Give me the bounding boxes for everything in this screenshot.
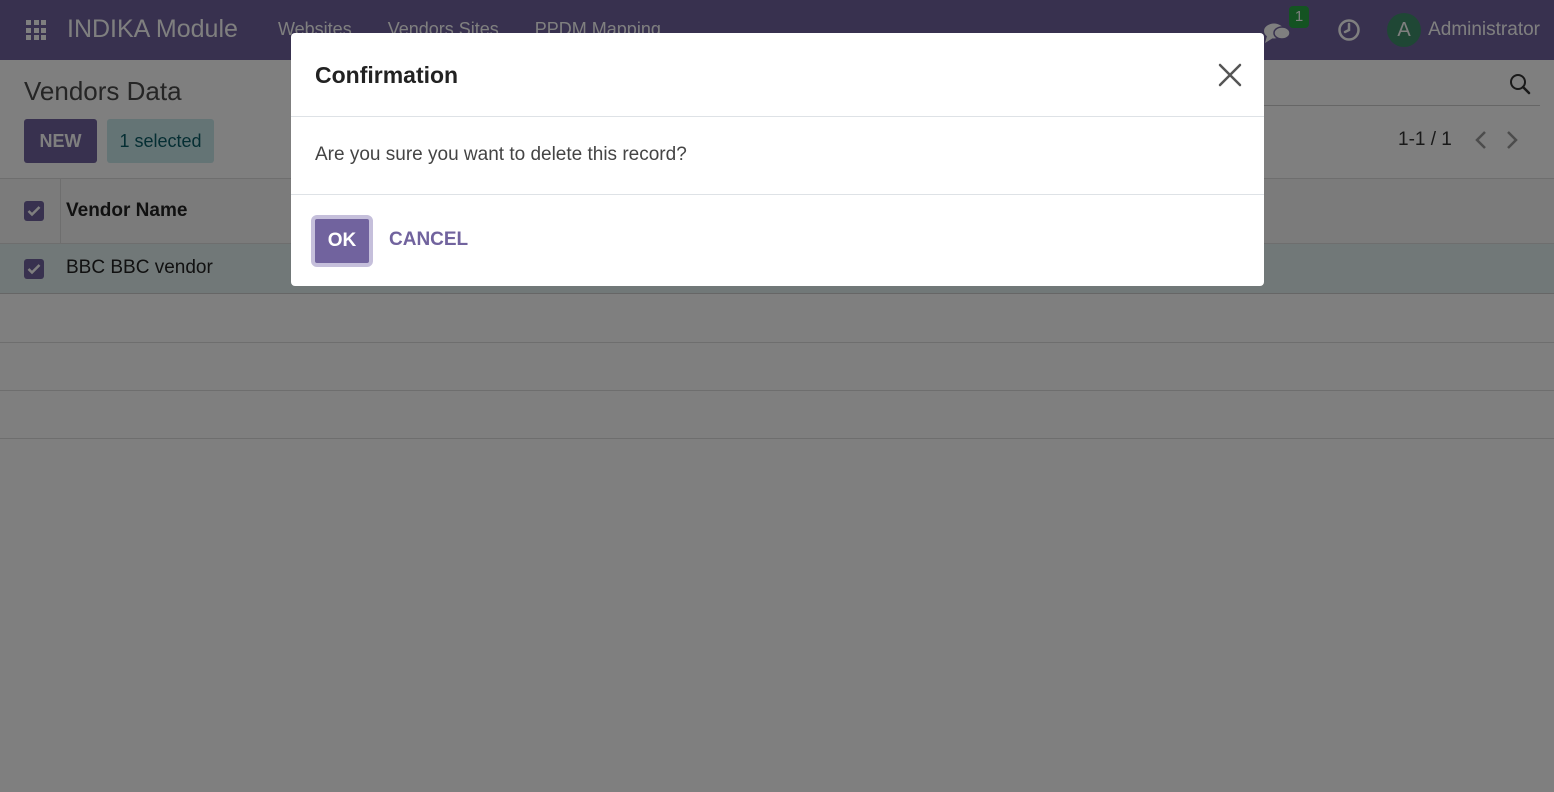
dialog-footer: OK CANCEL [291,195,1264,286]
confirmation-dialog: Confirmation Are you sure you want to de… [291,33,1264,286]
dialog-title: Confirmation [315,62,459,88]
dialog-header: Confirmation [291,33,1264,117]
ok-button[interactable]: OK [311,215,373,267]
dialog-message: Are you sure you want to delete this rec… [315,144,687,165]
cancel-button[interactable]: CANCEL [389,229,468,251]
close-icon[interactable] [1218,63,1242,87]
dialog-body: Are you sure you want to delete this rec… [291,117,1264,195]
